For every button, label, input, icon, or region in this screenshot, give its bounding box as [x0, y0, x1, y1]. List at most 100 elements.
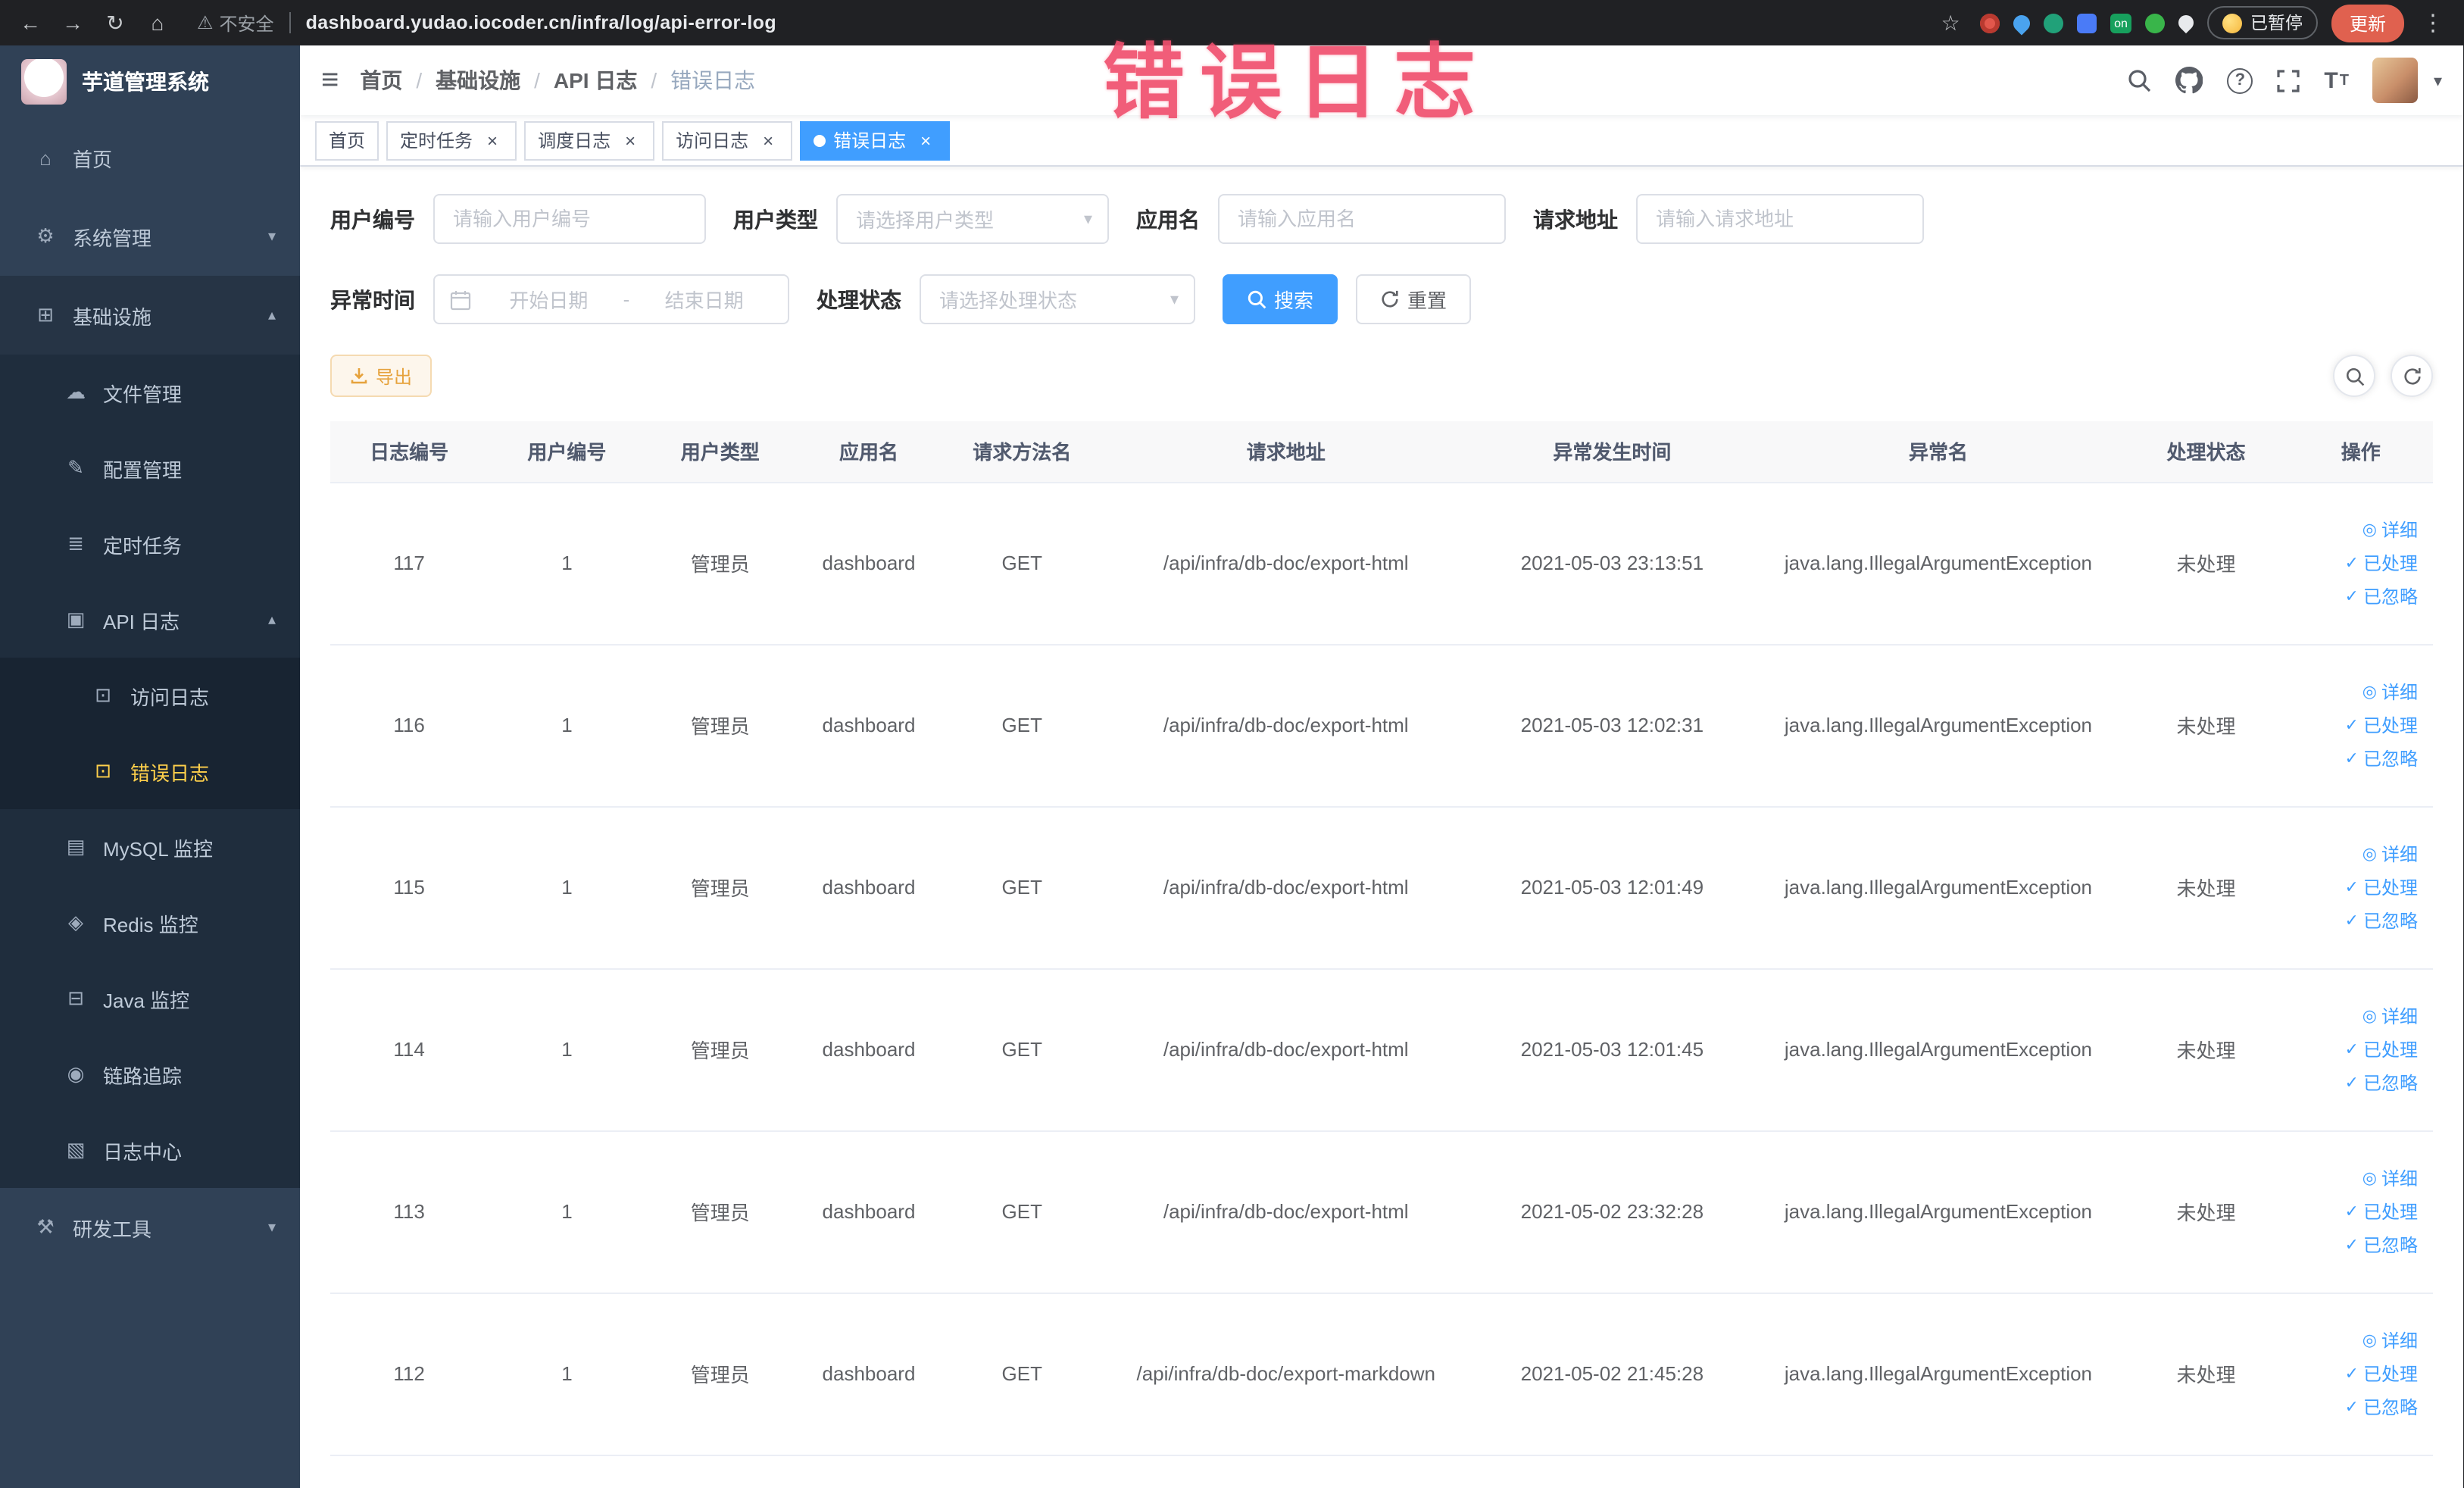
search-icon[interactable]	[2127, 68, 2151, 92]
tab-job-log[interactable]: 调度日志 ×	[524, 120, 655, 160]
close-icon[interactable]: ×	[757, 130, 779, 151]
sidebar-item-cron-jobs[interactable]: ≣ 定时任务	[0, 506, 300, 582]
avatar[interactable]	[2372, 58, 2419, 103]
tab-cron-jobs[interactable]: 定时任务 ×	[386, 120, 517, 160]
action-ignored[interactable]: ✓ 已忽略	[2297, 1066, 2418, 1099]
extension-icon-3[interactable]	[2043, 13, 2063, 33]
pin-extension-icon[interactable]	[2175, 11, 2198, 34]
sidebar-item-system-management[interactable]: ⚙ 系统管理 ▾	[0, 197, 300, 276]
sidebar-item-trace[interactable]: ◉ 链路追踪	[0, 1036, 300, 1112]
breadcrumb-item-api-logs[interactable]: API 日志	[554, 65, 637, 95]
app-name-cell: dashboard	[794, 1130, 944, 1293]
action-detail[interactable]: ◎ 详细	[2297, 675, 2418, 708]
forward-button[interactable]: →	[58, 11, 88, 35]
user-type-cell: 管理员	[645, 968, 795, 1131]
close-icon[interactable]: ×	[620, 130, 641, 151]
app-logo[interactable]: 芋道管理系统	[0, 45, 300, 118]
browser-menu-icon[interactable]: ⋮	[2418, 9, 2448, 36]
request-url-cell: /api/infra/db-doc/export-html	[1101, 1130, 1472, 1293]
action-detail[interactable]: ◎ 详细	[2297, 513, 2418, 546]
github-icon[interactable]	[2175, 67, 2203, 94]
security-label[interactable]: 不安全	[220, 10, 274, 36]
url-bar[interactable]: dashboard.yudao.iocoder.cn/infra/log/api…	[306, 12, 1921, 33]
reset-button[interactable]: 重置	[1356, 274, 1472, 324]
browser-home-button[interactable]: ⌂	[142, 11, 173, 35]
check-icon: ✓	[2344, 587, 2359, 605]
action-processed[interactable]: ✓ 已处理	[2297, 1357, 2418, 1390]
sidebar-item-java-monitor[interactable]: ⊟ Java 监控	[0, 961, 300, 1036]
reload-button[interactable]: ↻	[100, 10, 130, 36]
close-icon[interactable]: ×	[915, 130, 936, 151]
user-id-input[interactable]	[433, 194, 706, 244]
extension-icon-1[interactable]	[1979, 13, 2000, 33]
action-detail[interactable]: ◎ 详细	[2297, 999, 2418, 1033]
action-label: 已忽略	[2363, 1396, 2418, 1418]
user-id-cell: 1	[488, 1293, 646, 1455]
action-ignored[interactable]: ✓ 已忽略	[2297, 904, 2418, 937]
tab-home[interactable]: 首页	[315, 120, 379, 160]
close-icon[interactable]: ×	[482, 130, 503, 151]
actions-cell: ◎ 详细 ✓ 已处理 ✓ 已忽略	[2288, 968, 2433, 1131]
tab-access-log[interactable]: 访问日志 ×	[662, 120, 793, 160]
sidebar-item-mysql-monitor[interactable]: ▤ MySQL 监控	[0, 809, 300, 885]
breadcrumb-item-infrastructure[interactable]: 基础设施	[436, 65, 520, 95]
bookmark-star-icon[interactable]: ☆	[1935, 10, 1966, 36]
sidebar-item-label: API 日志	[103, 610, 180, 633]
back-button[interactable]: ←	[15, 11, 45, 35]
extension-icon-4[interactable]	[2076, 13, 2097, 33]
toggle-search-button[interactable]	[2333, 355, 2375, 397]
sidebar-item-redis-monitor[interactable]: ◈ Redis 监控	[0, 885, 300, 961]
user-type-cell: 管理员	[645, 644, 795, 807]
app-name-input[interactable]	[1218, 194, 1506, 244]
extension-icon-2[interactable]	[2009, 11, 2033, 35]
breadcrumb-item-home[interactable]: 首页	[360, 65, 402, 95]
sidebar-item-api-logs[interactable]: ▣ API 日志 ▴	[0, 582, 300, 658]
search-icon	[1248, 290, 1266, 309]
action-processed[interactable]: ✓ 已处理	[2297, 871, 2418, 904]
paused-extension-badge[interactable]: 已暂停	[2207, 6, 2318, 39]
browser-update-button[interactable]: 更新	[2331, 4, 2404, 42]
tab-label: 错误日志	[833, 130, 907, 152]
sidebar-item-label: Java 监控	[103, 989, 190, 1011]
sidebar-item-config-management[interactable]: ✎ 配置管理	[0, 430, 300, 506]
action-detail[interactable]: ◎ 详细	[2297, 1324, 2418, 1357]
start-date-placeholder[interactable]: 开始日期	[480, 285, 617, 314]
sidebar-item-dev-tools[interactable]: ⚒ 研发工具 ▾	[0, 1188, 300, 1267]
hamburger-icon[interactable]: ≡	[321, 63, 339, 98]
end-date-placeholder[interactable]: 结束日期	[636, 285, 773, 314]
font-size-icon[interactable]: TT	[2324, 67, 2349, 93]
sidebar-item-infrastructure[interactable]: ⊞ 基础设施 ▴	[0, 276, 300, 355]
breadcrumb: 首页 / 基础设施 / API 日志 / 错误日志	[360, 65, 755, 95]
sidebar-item-home[interactable]: ⌂ 首页	[0, 118, 300, 197]
search-button-label: 搜索	[1274, 289, 1314, 312]
action-ignored[interactable]: ✓ 已忽略	[2297, 1390, 2418, 1424]
extension-on-badge[interactable]: on	[2110, 13, 2132, 33]
fullscreen-icon[interactable]	[2277, 69, 2300, 92]
refresh-table-button[interactable]	[2391, 355, 2433, 397]
request-url-input[interactable]	[1636, 194, 1924, 244]
action-detail[interactable]: ◎ 详细	[2297, 837, 2418, 871]
help-icon[interactable]: ?	[2227, 67, 2253, 93]
tab-error-log[interactable]: 错误日志 ×	[800, 120, 951, 160]
action-ignored[interactable]: ✓ 已忽略	[2297, 580, 2418, 613]
action-detail[interactable]: ◎ 详细	[2297, 1161, 2418, 1195]
sidebar-item-file-management[interactable]: ☁ 文件管理	[0, 355, 300, 430]
action-processed[interactable]: ✓ 已处理	[2297, 708, 2418, 742]
action-ignored[interactable]: ✓ 已忽略	[2297, 1228, 2418, 1261]
sidebar-item-error-log[interactable]: ⊡ 错误日志	[0, 733, 300, 809]
search-button[interactable]: 搜索	[1223, 274, 1338, 324]
extension-icon-5[interactable]	[2145, 13, 2166, 33]
export-button[interactable]: 导出	[330, 355, 433, 397]
action-processed[interactable]: ✓ 已处理	[2297, 1033, 2418, 1066]
exception-time-cell: 2021-05-03 12:01:49	[1471, 806, 1754, 969]
process-status-select[interactable]: 请选择处理状态 ▾	[920, 274, 1195, 324]
exception-time-range-picker[interactable]: 开始日期 - 结束日期	[433, 274, 789, 324]
sidebar-item-log-center[interactable]: ▧ 日志中心	[0, 1112, 300, 1188]
chevron-down-icon[interactable]: ▾	[2434, 70, 2442, 90]
action-ignored[interactable]: ✓ 已忽略	[2297, 742, 2418, 775]
chevron-up-icon: ▴	[267, 611, 276, 628]
sidebar-item-access-log[interactable]: ⊡ 访问日志	[0, 658, 300, 733]
action-processed[interactable]: ✓ 已处理	[2297, 1195, 2418, 1228]
user-type-select[interactable]: 请选择用户类型 ▾	[836, 194, 1109, 244]
action-processed[interactable]: ✓ 已处理	[2297, 546, 2418, 580]
